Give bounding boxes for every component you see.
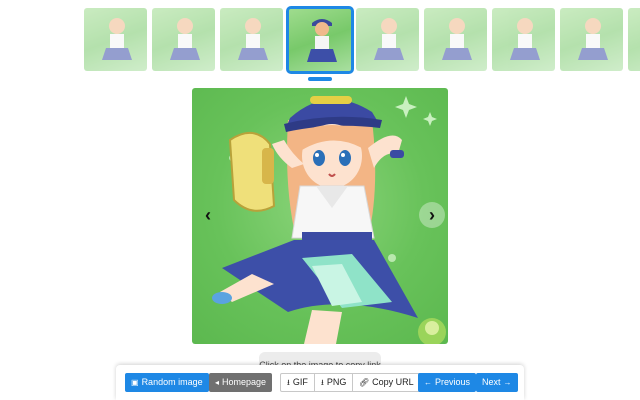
image-icon: ▣ bbox=[131, 378, 139, 387]
chevron-right-icon: › bbox=[429, 204, 435, 225]
thumbnail[interactable] bbox=[220, 8, 283, 71]
back-arrow-icon: ◂ bbox=[215, 378, 220, 387]
chevron-left-icon: ‹ bbox=[205, 204, 211, 225]
thumbnail-image bbox=[578, 18, 608, 60]
next-label: Next bbox=[482, 377, 501, 387]
homepage-label: Homepage bbox=[222, 377, 267, 387]
main-image[interactable] bbox=[192, 88, 448, 344]
arrow-left-icon: ← bbox=[424, 378, 432, 387]
download-icon: ⭳ bbox=[287, 378, 290, 387]
thumbnail[interactable] bbox=[356, 8, 419, 71]
download-gif-button[interactable]: ⭳ GIF bbox=[280, 373, 315, 392]
random-image-label: Random image bbox=[141, 377, 203, 387]
app-page: ‹ › Click on the image to copy link ▣ Ra… bbox=[0, 0, 640, 400]
thumbnail[interactable] bbox=[152, 8, 215, 71]
active-thumbnail-indicator bbox=[308, 77, 332, 81]
homepage-button[interactable]: ◂ Homepage bbox=[209, 373, 273, 392]
gif-label: GIF bbox=[292, 377, 308, 387]
thumbnail-strip[interactable] bbox=[84, 6, 640, 74]
link-icon: 🔗︎ bbox=[359, 378, 370, 387]
thumbnail-image bbox=[238, 18, 268, 60]
png-label: PNG bbox=[326, 377, 347, 387]
thumbnail[interactable] bbox=[424, 8, 487, 71]
thumbnail-image bbox=[170, 18, 200, 60]
previous-button[interactable]: ← Previous bbox=[418, 373, 477, 392]
thumbnail-image bbox=[510, 18, 540, 60]
random-image-button[interactable]: ▣ Random image bbox=[125, 373, 209, 392]
thumbnail-image bbox=[307, 19, 337, 62]
anime-girl-illustration bbox=[212, 96, 446, 344]
thumbnail[interactable] bbox=[84, 8, 147, 71]
thumbnail[interactable] bbox=[628, 8, 640, 71]
copy-url-label: Copy URL bbox=[372, 377, 414, 387]
download-icon: ⭳ bbox=[321, 378, 324, 387]
thumbnail-image bbox=[442, 18, 472, 60]
thumbnail[interactable] bbox=[492, 8, 555, 71]
previous-image-button[interactable]: ‹ bbox=[195, 202, 221, 228]
thumbnail[interactable] bbox=[560, 8, 623, 71]
arrow-right-icon: → bbox=[503, 378, 512, 387]
copy-url-button[interactable]: 🔗︎ Copy URL bbox=[352, 373, 421, 392]
thumbnail-active[interactable] bbox=[286, 6, 354, 74]
thumbnail-image bbox=[102, 18, 132, 60]
thumbnail-image bbox=[374, 18, 404, 60]
action-toolbar: ▣ Random image ◂ Homepage ⭳ GIF ⭳ PNG 🔗︎… bbox=[116, 365, 524, 400]
previous-label: Previous bbox=[435, 377, 471, 387]
next-image-button[interactable]: › bbox=[419, 202, 445, 228]
next-button[interactable]: Next → bbox=[476, 373, 518, 392]
download-png-button[interactable]: ⭳ PNG bbox=[314, 373, 354, 392]
